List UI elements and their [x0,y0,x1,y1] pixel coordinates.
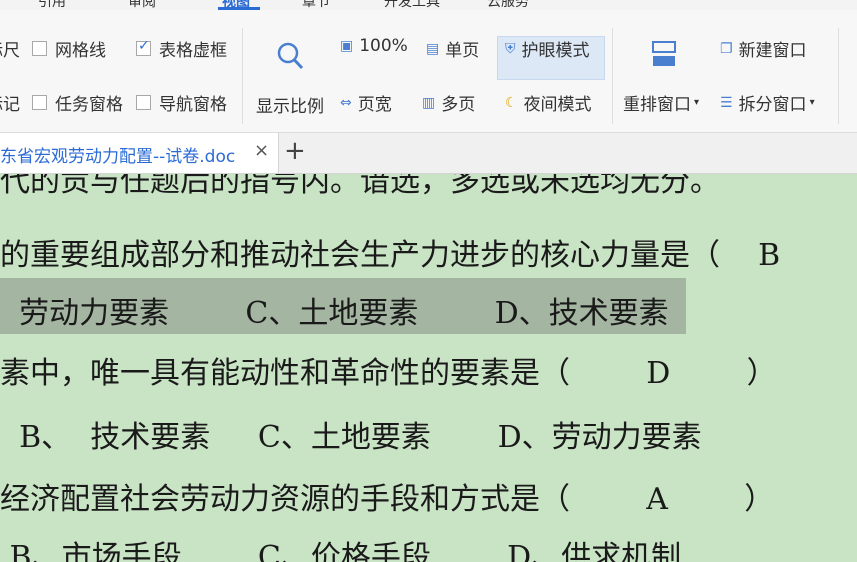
zoom-label: 显示比例 [256,97,324,117]
table-gridlines-label: 表格虚框 [159,41,227,61]
ruler-label: 标尺 [0,41,20,61]
multi-page-label: 多页 [441,95,476,115]
multi-page-button[interactable]: ▥ 多页 [422,90,476,116]
close-icon[interactable]: × [254,140,269,161]
doc-line: 素中，唯一具有能动性和革命性的要素是（ D ） [0,356,777,391]
page-width-button[interactable]: ⇔ 页宽 [340,90,392,116]
chevron-down-icon: ▾ [809,97,815,108]
new-window-button[interactable]: ❐ 新建窗口 [720,36,807,62]
doc-line: 劳动力要素 C、土地要素 D、技术要素 [0,296,669,331]
table-gridlines-toggle[interactable]: 表格虚框 [136,36,227,61]
doc-line: B、 技术要素 C、土地要素 D、劳动力要素 [0,420,702,455]
gridlines-toggle[interactable]: 网格线 [32,36,106,61]
arrange-windows-label: 重排窗口 [623,95,691,115]
tab-cloud[interactable]: 云服务 [487,0,529,10]
tab-references[interactable]: 引用 [38,0,66,10]
arrange-windows-button[interactable]: 重排窗口 ▾ [623,90,699,115]
multi-page-icon: ▥ [422,94,436,111]
eye-mode-button[interactable]: ⛨ 护眼模式 [505,36,590,62]
doc-line: B、市场手段 C、价格手段 D、供求机制 [0,540,682,562]
night-mode-label: 夜间模式 [523,95,592,115]
nav-pane-toggle[interactable]: 导航窗格 [136,90,227,115]
ribbon-tab-strip: 引用 审阅 视图 章节 开发工具 云服务 [0,0,857,10]
zoom-100-button[interactable]: ▣ 100% [340,36,408,56]
chevron-down-icon: ▾ [694,97,700,108]
table-gridlines-checkbox[interactable] [136,38,151,56]
split-window-button[interactable]: ☰ 拆分窗口 ▾ [720,90,815,116]
task-pane-label: 任务窗格 [55,95,123,115]
doc-line: 经济配置社会劳动力资源的手段和方式是（ A ） [0,482,775,517]
single-page-icon: ▤ [426,40,440,57]
eye-mode-label: 护眼模式 [521,41,590,61]
page-width-icon: ⇔ [340,94,352,111]
single-page-button[interactable]: ▤ 单页 [426,36,480,62]
split-window-label: 拆分窗口 [738,95,807,115]
nav-pane-label: 导航窗格 [159,95,227,115]
night-mode-button[interactable]: ☾ 夜间模式 [505,90,592,116]
document-tab-bar: 东省宏观劳动力配置--试卷.doc × + [0,133,857,174]
task-pane-toggle[interactable]: 任务窗格 [32,90,123,115]
ribbon-view-panel: 标尺 网格线 表格虚框 标记 任务窗格 导航窗格 显示比例 ▣ 100% ▤ 单… [0,10,857,133]
markup-toggle[interactable]: 标记 [0,90,20,115]
nav-pane-checkbox[interactable] [136,95,151,110]
markup-label: 标记 [0,95,20,115]
moon-icon: ☾ [505,94,518,111]
document-tab[interactable]: 东省宏观劳动力配置--试卷.doc × [0,133,279,173]
ruler-toggle[interactable]: 标尺 [0,36,20,61]
doc-line: 的重要组成部分和推动社会生产力进步的核心力量是（ B [0,238,781,273]
ribbon-separator [838,28,839,124]
new-window-icon: ❐ [720,40,733,57]
magnifier-icon[interactable] [276,40,306,72]
ribbon-separator [612,28,613,124]
single-page-label: 单页 [445,41,480,61]
split-window-icon: ☰ [720,94,733,111]
zoom-100-label: 100% [359,36,408,56]
gridlines-label: 网格线 [55,41,106,61]
tab-developer[interactable]: 开发工具 [384,0,440,10]
zoom-button[interactable]: 显示比例 [256,92,324,117]
new-window-label: 新建窗口 [738,41,807,61]
gridlines-checkbox[interactable] [32,41,47,56]
zoom-100-icon: ▣ [340,38,354,54]
document-canvas[interactable]: 代的贡与任题后的指号内。谙选，多选或未选均无分。 的重要组成部分和推动社会生产力… [0,174,857,562]
new-tab-icon[interactable]: + [284,136,306,166]
task-pane-checkbox[interactable] [32,95,47,110]
shield-icon: ⛨ [505,40,516,57]
tab-review[interactable]: 审阅 [128,0,156,10]
arrange-windows-icon[interactable] [652,40,676,70]
page-width-label: 页宽 [357,95,392,115]
document-tab-title: 东省宏观劳动力配置--试卷.doc [0,147,236,167]
ribbon-separator [242,28,243,124]
tab-chapter[interactable]: 章节 [302,0,330,10]
doc-line: 代的贡与任题后的指号内。谙选，多选或未选均无分。 [0,174,720,199]
